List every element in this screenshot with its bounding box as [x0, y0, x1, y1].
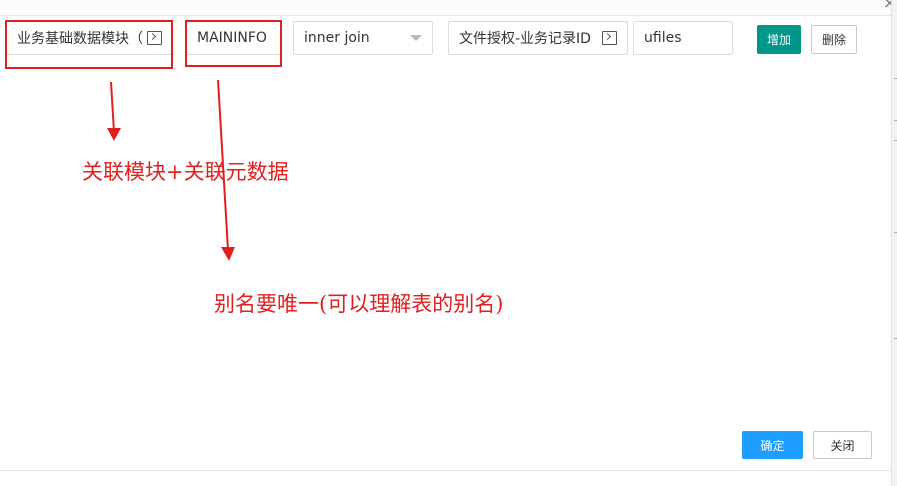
annotation-module-note: 关联模块+关联元数据 [82, 160, 289, 184]
annotation-alias-note: 别名要唯一(可以理解表的别名) [214, 292, 504, 316]
confirm-button[interactable]: 确定 [742, 431, 803, 459]
dialog: × 业务基础数据模块（勿 MAININFO inner join 文件授权-业务… [0, 0, 897, 486]
close-button[interactable]: 关闭 [813, 431, 872, 459]
annotation-arrows [107, 79, 235, 261]
